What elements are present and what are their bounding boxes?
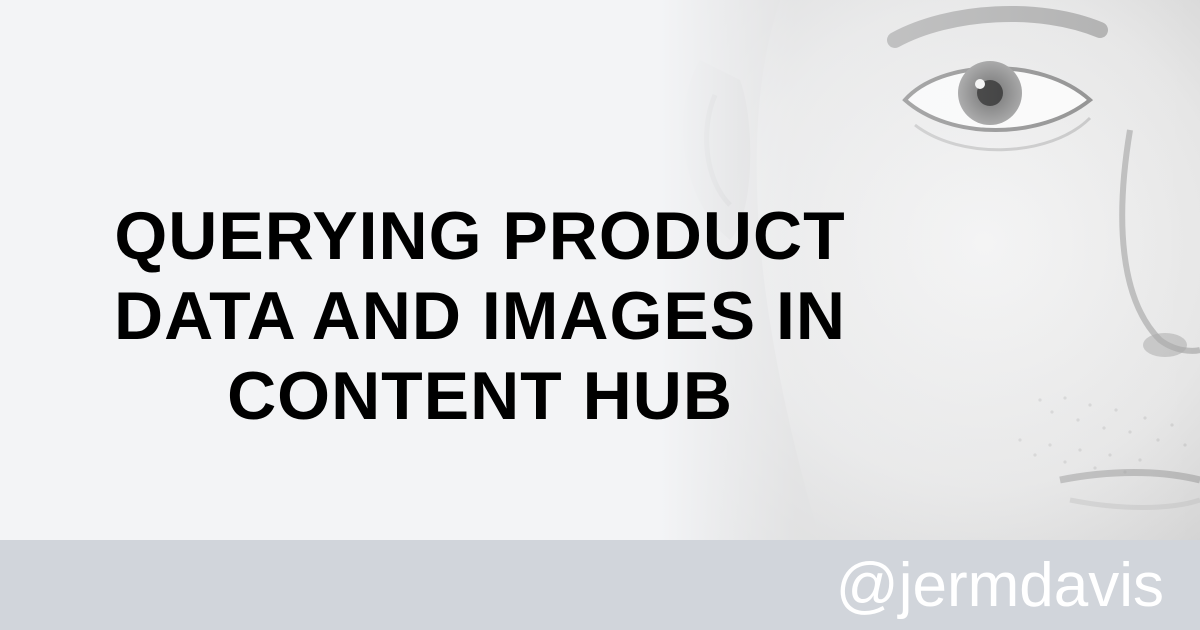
title-line: CONTENT HUB — [227, 358, 733, 434]
footer-band: @jermdavis — [0, 540, 1200, 630]
hero-banner: QUERYING PRODUCT DATA AND IMAGES IN CONT… — [0, 0, 1200, 540]
title-line: DATA AND IMAGES IN — [114, 278, 846, 354]
title-line: QUERYING PRODUCT — [114, 198, 846, 274]
page-title: QUERYING PRODUCT DATA AND IMAGES IN CONT… — [80, 196, 880, 436]
author-handle: @jermdavis — [835, 551, 1164, 620]
